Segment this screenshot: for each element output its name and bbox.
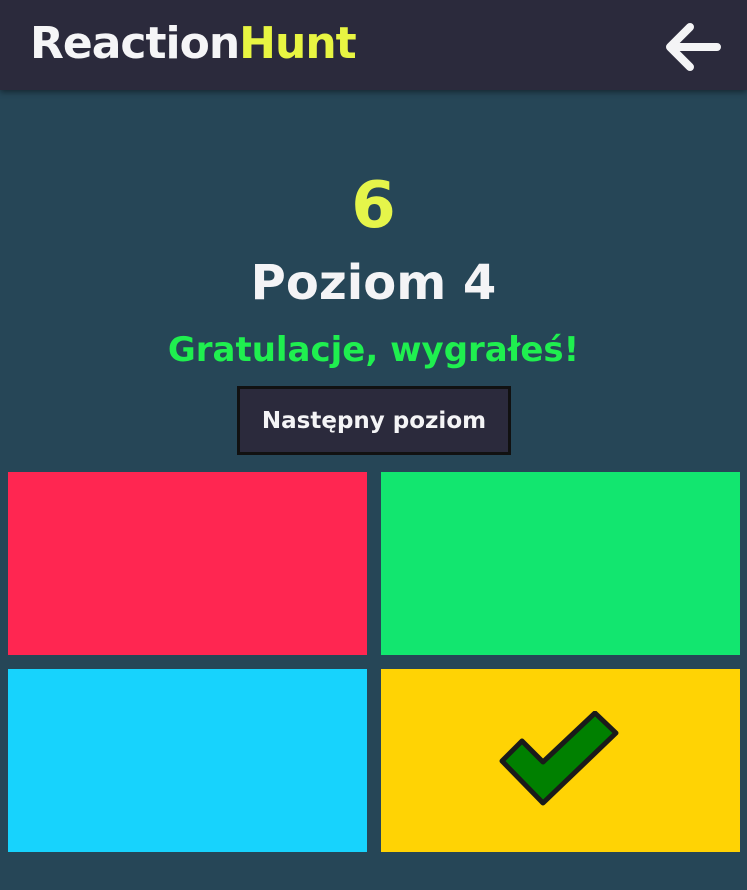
color-tile-green[interactable]: [381, 472, 740, 655]
back-button[interactable]: [663, 22, 721, 72]
header-bar: ReactionHunt: [0, 0, 747, 90]
color-tile-yellow[interactable]: [381, 669, 740, 852]
next-level-button[interactable]: Następny poziom: [237, 386, 511, 455]
win-message: Gratulacje, wygrałeś!: [167, 330, 580, 370]
checkmark-icon: [496, 711, 622, 811]
color-tile-red[interactable]: [8, 472, 367, 655]
level-title: Poziom 4: [250, 255, 497, 311]
color-tile-blue[interactable]: [8, 669, 367, 852]
logo-text-reaction: Reaction: [30, 18, 240, 69]
logo-text-hunt: Hunt: [239, 18, 357, 69]
arrow-left-icon: [666, 23, 721, 71]
app-logo: ReactionHunt: [30, 14, 357, 74]
score-counter: 6: [351, 169, 396, 243]
